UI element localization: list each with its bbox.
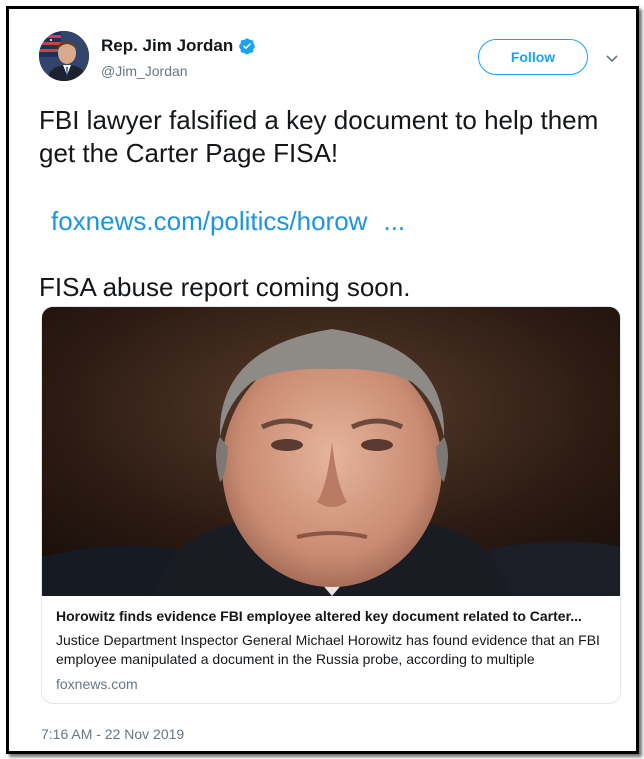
display-name[interactable]: Rep. Jim Jordan — [101, 36, 233, 56]
card-domain: foxnews.com — [56, 676, 138, 692]
card-title[interactable]: Horowitz finds evidence FBI employee alt… — [56, 607, 611, 625]
tweet-timestamp[interactable]: 7:16 AM - 22 Nov 2019 — [41, 726, 184, 742]
name-row: Rep. Jim Jordan — [101, 36, 256, 56]
avatar[interactable] — [39, 31, 89, 81]
link-card[interactable]: Horowitz finds evidence FBI employee alt… — [41, 306, 621, 704]
user-handle[interactable]: @Jim_Jordan — [101, 63, 188, 79]
tweet-frame: Rep. Jim Jordan @Jim_Jordan Follow FBI l… — [6, 6, 639, 754]
follow-button[interactable]: Follow — [478, 39, 588, 75]
card-body: Horowitz finds evidence FBI employee alt… — [56, 607, 611, 692]
card-description: Justice Department Inspector General Mic… — [56, 632, 600, 667]
chevron-down-icon[interactable] — [605, 51, 619, 65]
tweet-text: FBI lawyer falsified a key document to h… — [39, 105, 599, 168]
tweet-text-secondary: FISA abuse report coming soon. — [39, 272, 411, 302]
tweet-link[interactable]: foxnews.com/politics/horow... — [51, 206, 405, 237]
tweet-header: Rep. Jim Jordan @Jim_Jordan Follow — [39, 31, 629, 87]
card-image[interactable] — [42, 307, 620, 596]
verified-badge-icon — [238, 37, 256, 55]
tweet-link-text[interactable]: foxnews.com/politics/horow — [51, 206, 367, 236]
tweet-link-ellipsis[interactable]: ... — [383, 206, 405, 236]
